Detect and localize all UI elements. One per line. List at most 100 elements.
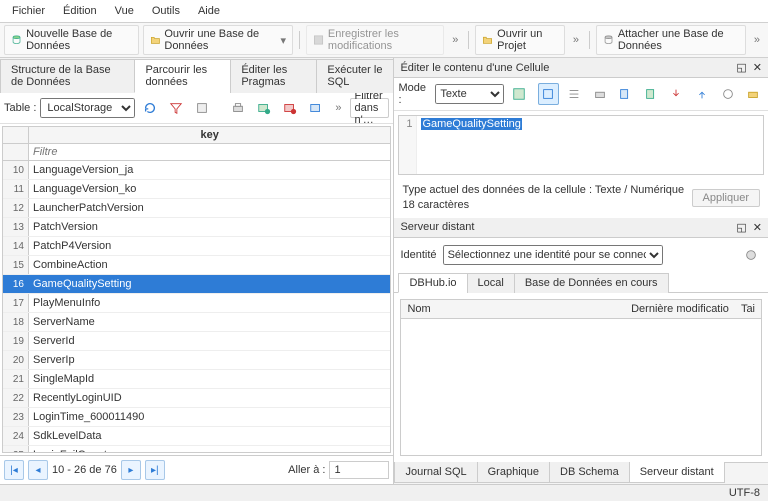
- identity-select[interactable]: Sélectionnez une identité pour se connec…: [443, 245, 663, 265]
- tab-current-db[interactable]: Base de Données en cours: [514, 273, 669, 293]
- tab-structure[interactable]: Structure de la Base de Données: [0, 59, 135, 93]
- cell-key[interactable]: GameQualitySetting: [29, 278, 390, 290]
- close-panel-icon[interactable]: ✕: [753, 61, 762, 74]
- close-remote-icon[interactable]: ✕: [753, 221, 762, 234]
- tab-local[interactable]: Local: [467, 273, 515, 293]
- import-icon[interactable]: [666, 83, 688, 105]
- delete-record-icon[interactable]: [279, 97, 301, 119]
- tab-journal[interactable]: Journal SQL: [394, 462, 477, 483]
- cell-value[interactable]: GameQualitySetting: [421, 118, 521, 130]
- cell-key[interactable]: LoginTime_600011490: [29, 411, 390, 423]
- cell-key[interactable]: ServerName: [29, 316, 390, 328]
- goto-input[interactable]: [329, 461, 389, 479]
- open-db-button[interactable]: Ouvrir une Base de Données▾: [143, 25, 294, 55]
- menu-help[interactable]: Aide: [190, 2, 228, 20]
- row-filter-input[interactable]: [29, 144, 390, 160]
- toolbar-overflow-1[interactable]: »: [448, 34, 462, 46]
- table-row[interactable]: 21SingleMapId: [3, 370, 390, 389]
- browse-toolbar-overflow[interactable]: »: [331, 102, 345, 114]
- table-row[interactable]: 19ServerId: [3, 332, 390, 351]
- table-row[interactable]: 17PlayMenuInfo: [3, 294, 390, 313]
- tab-schema[interactable]: DB Schema: [549, 462, 630, 483]
- table-row[interactable]: 18ServerName: [3, 313, 390, 332]
- open-project-button[interactable]: Ouvrir un Projet: [475, 25, 565, 55]
- column-filter-input[interactable]: Filtrer dans n'…: [350, 98, 390, 118]
- undock-icon[interactable]: ◱: [736, 61, 746, 74]
- tab-dbhub[interactable]: DBHub.io: [398, 273, 467, 293]
- cell-key[interactable]: SingleMapId: [29, 373, 390, 385]
- cell-key[interactable]: SdkLevelData: [29, 430, 390, 442]
- cell-key[interactable]: LanguageVersion_ja: [29, 164, 390, 176]
- col-modified[interactable]: Dernière modificatio: [625, 300, 735, 318]
- table-row[interactable]: 16GameQualitySetting: [3, 275, 390, 294]
- attach-db-button[interactable]: Attacher une Base de Données: [596, 25, 746, 55]
- format-icon[interactable]: [742, 83, 764, 105]
- remote-list[interactable]: Nom Dernière modificatio Tai: [400, 299, 762, 456]
- copy-icon[interactable]: [614, 83, 636, 105]
- cell-editor[interactable]: 1 GameQualitySetting: [398, 115, 764, 175]
- save-filter-icon[interactable]: [191, 97, 213, 119]
- table-row[interactable]: 25LoginFailCount: [3, 446, 390, 453]
- table-row[interactable]: 15CombineAction: [3, 256, 390, 275]
- cell-key[interactable]: CombineAction: [29, 259, 390, 271]
- null-icon[interactable]: [717, 83, 739, 105]
- column-header-key[interactable]: key: [29, 127, 390, 143]
- cell-key[interactable]: RecentlyLoginUID: [29, 392, 390, 404]
- pager-prev[interactable]: ◂: [28, 460, 48, 480]
- add-record-icon[interactable]: [253, 97, 275, 119]
- tab-graph[interactable]: Graphique: [477, 462, 550, 483]
- print-icon[interactable]: [227, 97, 249, 119]
- indent-icon[interactable]: [563, 83, 585, 105]
- table-row[interactable]: 10LanguageVersion_ja: [3, 161, 390, 180]
- expand-editor-icon[interactable]: [508, 83, 530, 105]
- table-row[interactable]: 11LanguageVersion_ko: [3, 180, 390, 199]
- cell-key[interactable]: LanguageVersion_ko: [29, 183, 390, 195]
- menu-tools[interactable]: Outils: [144, 2, 188, 20]
- identity-settings-icon[interactable]: [740, 244, 762, 266]
- table-row[interactable]: 14PatchP4Version: [3, 237, 390, 256]
- tab-pragmas[interactable]: Éditer les Pragmas: [230, 59, 317, 93]
- cell-key[interactable]: PlayMenuInfo: [29, 297, 390, 309]
- cell-key[interactable]: LoginFailCount: [29, 449, 390, 453]
- table-row[interactable]: 12LauncherPatchVersion: [3, 199, 390, 218]
- paste-icon[interactable]: [640, 83, 662, 105]
- clear-filter-icon[interactable]: [165, 97, 187, 119]
- table-row[interactable]: 22RecentlyLoginUID: [3, 389, 390, 408]
- menu-edit[interactable]: Édition: [55, 2, 105, 20]
- mode-select[interactable]: Texte: [435, 84, 504, 104]
- cell-key[interactable]: PatchVersion: [29, 221, 390, 233]
- table-row[interactable]: 23LoginTime_600011490: [3, 408, 390, 427]
- cell-editor-title: Éditer le contenu d'une Cellule ◱ ✕: [394, 58, 768, 78]
- tab-remote[interactable]: Serveur distant: [629, 462, 725, 483]
- apply-button[interactable]: Appliquer: [692, 189, 760, 207]
- row-number: 22: [3, 389, 29, 407]
- toolbar-overflow-3[interactable]: »: [750, 34, 764, 46]
- refresh-icon[interactable]: [139, 97, 161, 119]
- printer-icon[interactable]: [589, 83, 611, 105]
- table-row[interactable]: 13PatchVersion: [3, 218, 390, 237]
- insert-values-icon[interactable]: [305, 97, 327, 119]
- undock-remote-icon[interactable]: ◱: [736, 221, 746, 234]
- table-select[interactable]: LocalStorage: [40, 98, 135, 118]
- menu-file[interactable]: Fichier: [4, 2, 53, 20]
- identity-label: Identité: [400, 249, 436, 261]
- new-db-button[interactable]: Nouvelle Base de Données: [4, 25, 139, 55]
- cell-key[interactable]: ServerIp: [29, 354, 390, 366]
- data-grid[interactable]: key 10LanguageVersion_ja11LanguageVersio…: [2, 126, 391, 453]
- tab-browse[interactable]: Parcourir les données: [134, 59, 231, 93]
- table-row[interactable]: 24SdkLevelData: [3, 427, 390, 446]
- col-size[interactable]: Tai: [735, 300, 761, 318]
- tab-sql[interactable]: Exécuter le SQL: [316, 59, 394, 93]
- pager-last[interactable]: ▸|: [145, 460, 165, 480]
- toolbar-overflow-2[interactable]: »: [569, 34, 583, 46]
- col-name[interactable]: Nom: [401, 300, 625, 318]
- cell-key[interactable]: ServerId: [29, 335, 390, 347]
- menu-view[interactable]: Vue: [107, 2, 142, 20]
- table-row[interactable]: 20ServerIp: [3, 351, 390, 370]
- pager-first[interactable]: |◂: [4, 460, 24, 480]
- export-icon[interactable]: [691, 83, 713, 105]
- cell-key[interactable]: LauncherPatchVersion: [29, 202, 390, 214]
- pager-next[interactable]: ▸: [121, 460, 141, 480]
- text-mode-icon[interactable]: [538, 83, 560, 105]
- cell-key[interactable]: PatchP4Version: [29, 240, 390, 252]
